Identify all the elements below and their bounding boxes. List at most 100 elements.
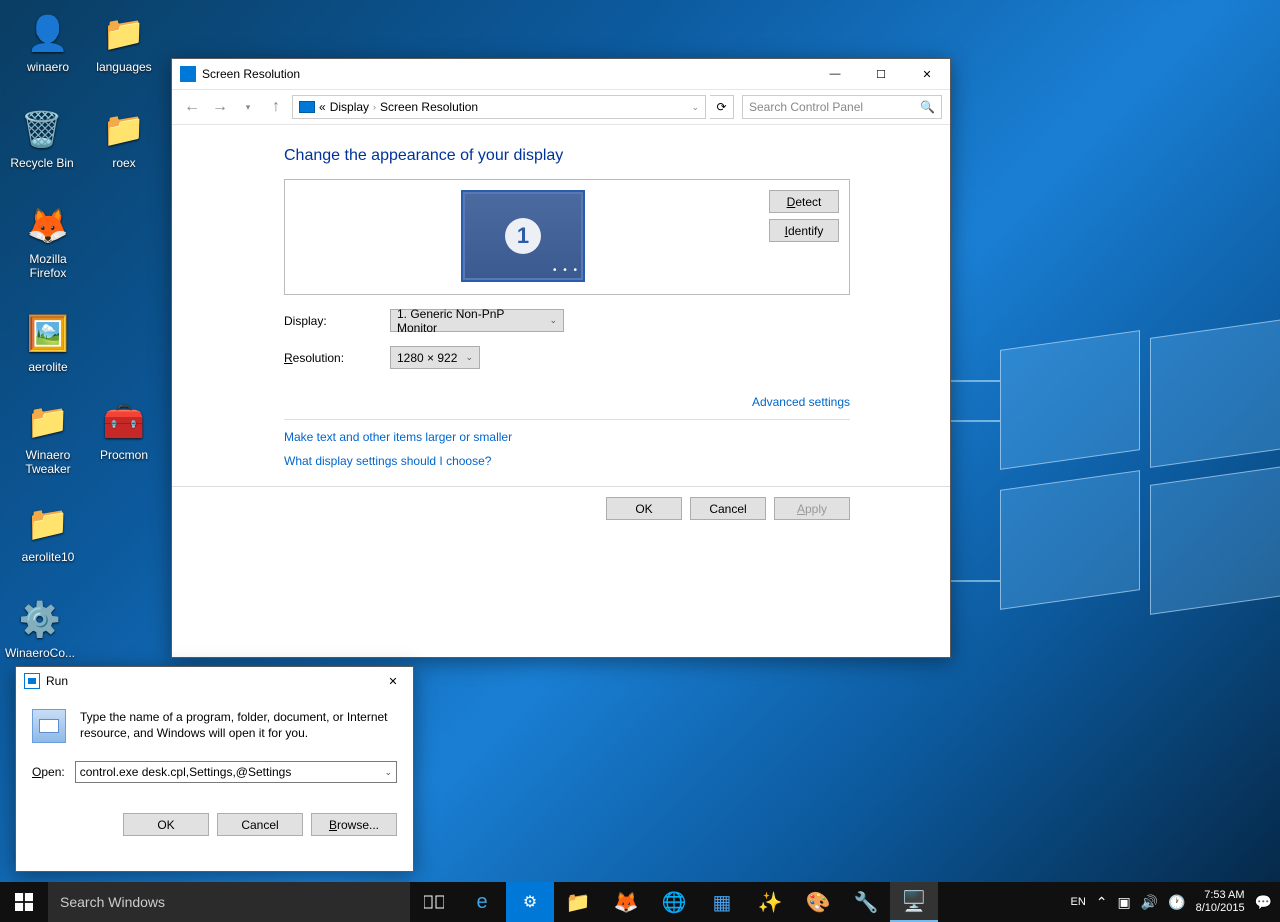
file-explorer-icon[interactable]: 📁 xyxy=(554,882,602,922)
procmon-icon[interactable]: ▦ xyxy=(698,882,746,922)
identify-button[interactable]: Identify xyxy=(769,219,839,242)
titlebar[interactable]: Run ✕ xyxy=(16,667,413,695)
search-icon: 🔍 xyxy=(920,100,935,114)
icon-label: WinaeroCo... xyxy=(2,646,78,660)
monitor-layout-box[interactable]: 1 • • • Detect Identify xyxy=(284,179,850,295)
maximize-button[interactable]: ☐ xyxy=(858,59,904,89)
search-input[interactable]: Search Control Panel 🔍 xyxy=(742,95,942,119)
start-button[interactable] xyxy=(0,882,48,922)
dialog-footer: OK Cancel Apply xyxy=(172,486,950,530)
chevron-down-icon: ⌄ xyxy=(549,315,557,326)
divider xyxy=(284,419,850,420)
chrome-icon[interactable]: 🌐 xyxy=(650,882,698,922)
breadcrumb-prefix: « xyxy=(319,100,326,114)
titlebar[interactable]: Screen Resolution — ☐ ✕ xyxy=(172,59,950,89)
icon-label: Procmon xyxy=(86,448,162,462)
task-view-icon xyxy=(424,894,444,910)
open-input[interactable]: control.exe desk.cpl,Settings,@Settings … xyxy=(75,761,397,783)
cancel-button[interactable]: Cancel xyxy=(217,813,303,836)
display-combo[interactable]: 1. Generic Non-PnP Monitor ⌄ xyxy=(390,309,564,332)
windows-logo-icon xyxy=(15,893,33,911)
monitor-dots-icon: • • • xyxy=(553,265,579,276)
text-size-link[interactable]: Make text and other items larger or smal… xyxy=(284,430,950,444)
file-icon: 📁 xyxy=(24,398,72,446)
desktop-icon[interactable]: 📁 roex xyxy=(86,106,162,170)
resolution-value: 1280 × 922 xyxy=(397,351,457,365)
close-button[interactable]: ✕ xyxy=(904,59,950,89)
taskbar-clock[interactable]: 7:53 AM 8/10/2015 xyxy=(1196,889,1245,915)
detect-button[interactable]: Detect xyxy=(769,190,839,213)
resolution-combo[interactable]: 1280 × 922 ⌄ xyxy=(390,346,480,369)
run-description: Type the name of a program, folder, docu… xyxy=(80,709,397,741)
icon-label: languages xyxy=(86,60,162,74)
control-panel-icon[interactable]: 🖥️ xyxy=(890,882,938,922)
icon-label: aerolite xyxy=(10,360,86,374)
clock-icon[interactable]: 🕐 xyxy=(1168,894,1185,911)
tray-chevron-icon[interactable]: ⌃ xyxy=(1096,894,1108,911)
desktop-icon[interactable]: ⚙️WinaeroCo... xyxy=(2,596,78,660)
monitor-preview[interactable]: 1 • • • xyxy=(461,190,585,282)
icon-label: winaero xyxy=(10,60,86,74)
chevron-down-icon[interactable]: ⌄ xyxy=(384,767,392,778)
run-dialog-icon xyxy=(32,709,66,743)
file-icon: 🧰 xyxy=(100,398,148,446)
task-view-button[interactable] xyxy=(410,882,458,922)
desktop-icon[interactable]: 🗑️Recycle Bin xyxy=(4,106,80,170)
advanced-settings-link[interactable]: Advanced settings xyxy=(284,395,850,409)
help-link[interactable]: What display settings should I choose? xyxy=(284,454,950,468)
breadcrumb[interactable]: « Display › Screen Resolution ⌄ xyxy=(292,95,706,119)
taskbar-apps: e ⚙ 📁 🦊 🌐 ▦ ✨ 🎨 🔧 🖥️ xyxy=(458,882,938,922)
desktop-icon[interactable]: 🧰 Procmon xyxy=(86,398,162,462)
monitor-number: 1 xyxy=(505,218,541,254)
apply-button[interactable]: Apply xyxy=(774,497,850,520)
close-button[interactable]: ✕ xyxy=(373,666,413,696)
breadcrumb-screenres[interactable]: Screen Resolution xyxy=(380,100,478,114)
window-title: Screen Resolution xyxy=(202,67,300,81)
action-center-icon[interactable]: 💬 xyxy=(1255,894,1272,911)
icon-label: Mozilla Firefox xyxy=(10,252,86,280)
desktop-icon[interactable]: 👤winaero xyxy=(10,10,86,74)
forward-button[interactable]: → xyxy=(208,95,232,119)
minimize-button[interactable]: — xyxy=(812,59,858,89)
navbar: ← → ▾ ↑ « Display › Screen Resolution ⌄ … xyxy=(172,89,950,125)
up-button[interactable]: ↑ xyxy=(264,95,288,119)
onedrive-icon[interactable]: ▣ xyxy=(1118,894,1131,911)
volume-icon[interactable]: 🔊 xyxy=(1141,894,1158,911)
open-value: control.exe desk.cpl,Settings,@Settings xyxy=(80,765,292,779)
desktop-icon[interactable]: 📁 languages xyxy=(86,10,162,74)
taskbar: Search Windows e ⚙ 📁 🦊 🌐 ▦ ✨ 🎨 🔧 🖥️ EN ⌃… xyxy=(0,882,1280,922)
screen-resolution-window: Screen Resolution — ☐ ✕ ← → ▾ ↑ « Displa… xyxy=(171,58,951,658)
search-placeholder: Search Control Panel xyxy=(749,100,863,114)
settings-icon[interactable]: ⚙ xyxy=(506,882,554,922)
desktop-icon[interactable]: 🖼️aerolite xyxy=(10,310,86,374)
ok-button[interactable]: OK xyxy=(123,813,209,836)
language-indicator[interactable]: EN xyxy=(1071,896,1086,908)
window-icon xyxy=(180,66,196,82)
icon-label: Winaero Tweaker xyxy=(10,448,86,476)
window-title: Run xyxy=(46,674,68,688)
recent-dropdown[interactable]: ▾ xyxy=(236,95,260,119)
file-icon: 🗑️ xyxy=(18,106,66,154)
open-label: Open: xyxy=(32,765,65,779)
browse-button[interactable]: Browse... xyxy=(311,813,397,836)
icon-label: roex xyxy=(86,156,162,170)
breadcrumb-display[interactable]: Display xyxy=(330,100,369,114)
desktop-icon[interactable]: 📁aerolite10 xyxy=(10,500,86,564)
firefox-icon[interactable]: 🦊 xyxy=(602,882,650,922)
paint-icon[interactable]: 🎨 xyxy=(794,882,842,922)
cancel-button[interactable]: Cancel xyxy=(690,497,766,520)
back-button[interactable]: ← xyxy=(180,95,204,119)
breadcrumb-sep: › xyxy=(373,102,376,112)
taskbar-search[interactable]: Search Windows xyxy=(48,882,410,922)
desktop-icon[interactable]: 🦊Mozilla Firefox xyxy=(10,202,86,280)
breadcrumb-dropdown-icon[interactable]: ⌄ xyxy=(691,102,699,113)
file-icon: 📁 xyxy=(100,106,148,154)
file-icon: 📁 xyxy=(100,10,148,58)
refresh-button[interactable]: ⟳ xyxy=(710,95,734,119)
edge-icon[interactable]: e xyxy=(458,882,506,922)
ok-button[interactable]: OK xyxy=(606,497,682,520)
tweaker-icon[interactable]: ✨ xyxy=(746,882,794,922)
winaero-icon[interactable]: 🔧 xyxy=(842,882,890,922)
desktop-icon[interactable]: 📁Winaero Tweaker xyxy=(10,398,86,476)
resolution-label: Resolution: xyxy=(284,351,390,365)
